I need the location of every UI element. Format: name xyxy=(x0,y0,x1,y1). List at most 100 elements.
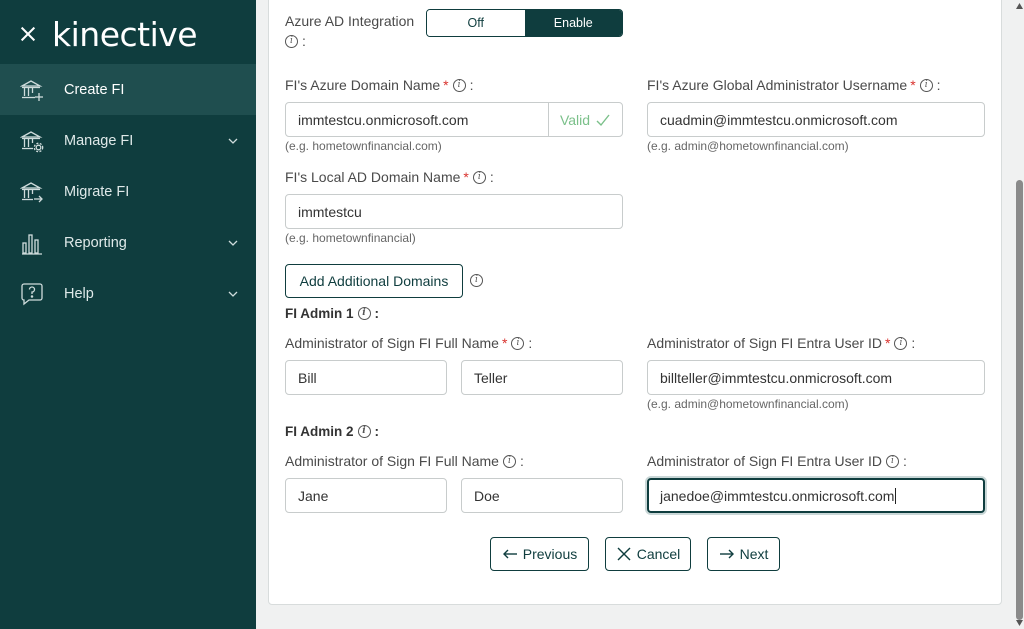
info-icon[interactable]: i xyxy=(470,274,483,287)
info-icon[interactable]: i xyxy=(511,336,525,350)
cancel-button[interactable]: Cancel xyxy=(605,537,691,571)
required-marker: * xyxy=(443,77,449,93)
sidebar-item-create-fi[interactable]: Create FI xyxy=(0,64,256,115)
sidebar-item-reporting[interactable]: Reporting xyxy=(0,217,256,268)
azure-ad-integration-text: Azure AD Integration xyxy=(285,13,415,29)
sidebar-item-label: Migrate FI xyxy=(64,183,130,200)
chevron-down-icon xyxy=(228,138,238,144)
azure-domain-input[interactable]: immtestcu.onmicrosoft.com xyxy=(285,102,549,137)
sidebar-item-label: Reporting xyxy=(64,234,127,251)
admin2-id-label-text: Administrator of Sign FI Entra User ID xyxy=(647,453,882,469)
chevron-down-icon xyxy=(228,240,238,246)
admin1-name-label: Administrator of Sign FI Full Name * i: xyxy=(285,335,533,351)
sidebar-item-migrate-fi[interactable]: Migrate FI xyxy=(0,166,256,217)
colon: : xyxy=(302,33,306,49)
toggle-enable-option[interactable]: Enable xyxy=(524,10,622,36)
admin2-first-name-input[interactable]: Jane xyxy=(285,478,447,513)
info-icon[interactable]: i xyxy=(452,78,466,92)
azure-domain-value: immtestcu.onmicrosoft.com xyxy=(298,111,469,128)
scroll-down-icon[interactable] xyxy=(1016,620,1023,626)
admin2-name-label: Administrator of Sign FI Full Name i: xyxy=(285,453,524,469)
sidebar-item-label: Help xyxy=(64,285,94,302)
previous-label: Previous xyxy=(522,546,578,562)
admin2-last-name-input[interactable]: Doe xyxy=(461,478,623,513)
brand: kinective xyxy=(18,14,198,54)
admin1-id-label-text: Administrator of Sign FI Entra User ID xyxy=(647,335,882,351)
checkmark-icon xyxy=(596,114,610,126)
scroll-up-icon[interactable] xyxy=(1016,3,1023,9)
sidebar-item-manage-fi[interactable]: Manage FI xyxy=(0,115,256,166)
sidebar-item-label: Create FI xyxy=(64,81,125,98)
admin1-id-label: Administrator of Sign FI Entra User ID * i… xyxy=(647,335,916,351)
info-icon[interactable]: i xyxy=(357,307,371,320)
azure-ad-toggle[interactable]: Off Enable xyxy=(426,9,623,37)
azure-ad-integration-label: Azure AD Integration xyxy=(285,13,414,29)
add-additional-domains-button[interactable]: Add Additional Domains xyxy=(285,264,463,298)
admin2-last-name-value: Doe xyxy=(474,487,500,504)
arrow-right-icon xyxy=(719,549,734,559)
fi-admin-2-title: FI Admin 2 xyxy=(285,424,354,439)
required-marker: * xyxy=(910,77,916,93)
admin1-first-name-input[interactable]: Bill xyxy=(285,360,447,395)
info-icon[interactable]: i xyxy=(472,170,486,184)
logo: kinective xyxy=(52,14,198,54)
close-icon xyxy=(617,547,631,561)
close-icon[interactable] xyxy=(18,24,38,44)
info-icon[interactable]: i xyxy=(357,425,371,438)
add-domains-label: Add Additional Domains xyxy=(299,273,449,289)
azure-admin-label: FI's Azure Global Administrator Username… xyxy=(647,77,941,93)
local-domain-label: FI's Local AD Domain Name * i: xyxy=(285,169,494,185)
info-icon[interactable]: i xyxy=(919,78,933,92)
fi-admin-1-title: FI Admin 1 xyxy=(285,306,354,321)
local-domain-input[interactable]: immtestcu xyxy=(285,194,623,229)
admin2-user-id-value: janedoe@immtestcu.onmicrosoft.com xyxy=(660,487,895,504)
sidebar: kinective Create FI Manage FI Migrate FI xyxy=(0,0,256,629)
admin1-user-id-input[interactable]: billteller@immtestcu.onmicrosoft.com xyxy=(647,360,985,395)
next-button[interactable]: Next xyxy=(707,537,780,571)
sidebar-nav: Create FI Manage FI Migrate FI Reporting xyxy=(0,64,256,319)
previous-button[interactable]: Previous xyxy=(490,537,589,571)
sidebar-item-label: Manage FI xyxy=(64,132,134,149)
fi-admin-1-heading: FI Admin 1i: xyxy=(285,306,380,321)
admin2-name-label-text: Administrator of Sign FI Full Name xyxy=(285,453,499,469)
local-domain-label-text: FI's Local AD Domain Name xyxy=(285,169,461,185)
next-label: Next xyxy=(739,546,769,562)
arrow-left-icon xyxy=(502,549,517,559)
admin2-id-label: Administrator of Sign FI Entra User ID i: xyxy=(647,453,907,469)
help-bubble-icon xyxy=(20,282,44,306)
info-icon[interactable]: i xyxy=(285,34,298,48)
admin1-user-id-hint: (e.g. admin@hometownfinancial.com) xyxy=(647,397,849,411)
info-icon[interactable]: i xyxy=(894,336,908,350)
azure-domain-hint: (e.g. hometownfinancial.com) xyxy=(285,139,442,153)
admin1-first-name-value: Bill xyxy=(298,369,317,386)
info-icon[interactable]: i xyxy=(885,454,899,468)
admin1-user-id-value: billteller@immtestcu.onmicrosoft.com xyxy=(660,369,893,386)
required-marker: * xyxy=(463,169,469,185)
local-domain-value: immtestcu xyxy=(298,203,362,220)
info-icon[interactable]: i xyxy=(502,454,516,468)
admin2-first-name-value: Jane xyxy=(298,487,329,504)
admin2-user-id-input[interactable]: janedoe@immtestcu.onmicrosoft.com xyxy=(647,478,985,513)
bank-arrow-icon xyxy=(20,180,44,204)
admin1-name-label-text: Administrator of Sign FI Full Name xyxy=(285,335,499,351)
scrollbar-thumb[interactable] xyxy=(1016,180,1023,620)
required-marker: * xyxy=(501,335,508,351)
azure-admin-value: cuadmin@immtestcu.onmicrosoft.com xyxy=(660,111,898,128)
admin1-last-name-value: Teller xyxy=(474,369,508,386)
azure-ad-info-row: i : xyxy=(285,33,306,49)
fi-admin-2-heading: FI Admin 2i: xyxy=(285,424,380,439)
azure-domain-label-text: FI's Azure Domain Name xyxy=(285,77,441,93)
toggle-off-option[interactable]: Off xyxy=(427,10,525,36)
admin1-last-name-input[interactable]: Teller xyxy=(461,360,623,395)
bank-add-icon xyxy=(20,78,44,102)
chevron-down-icon xyxy=(228,291,238,297)
page-scrollbar[interactable] xyxy=(1015,0,1024,629)
cancel-label: Cancel xyxy=(636,546,681,562)
bank-gear-icon xyxy=(20,129,44,153)
bar-chart-icon xyxy=(20,231,44,255)
required-marker: * xyxy=(884,335,891,351)
azure-admin-label-text: FI's Azure Global Administrator Username xyxy=(647,77,908,93)
sidebar-item-help[interactable]: Help xyxy=(0,268,256,319)
azure-admin-input[interactable]: cuadmin@immtestcu.onmicrosoft.com xyxy=(647,102,985,137)
valid-indicator: Valid xyxy=(548,102,623,137)
